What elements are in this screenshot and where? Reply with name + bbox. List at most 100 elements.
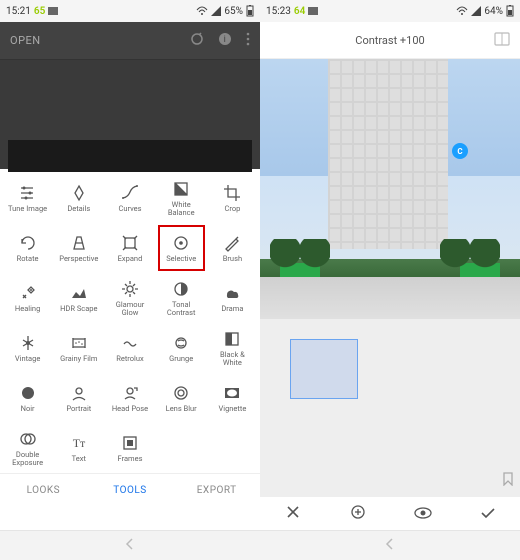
- tool-label: Text: [72, 455, 86, 463]
- tool-label: Lens Blur: [166, 405, 197, 413]
- tool-selective[interactable]: Selective: [156, 223, 207, 273]
- tool-drama[interactable]: Drama: [207, 273, 258, 323]
- tool-retrolux[interactable]: Retrolux: [104, 323, 155, 373]
- selective-control-point[interactable]: C: [452, 143, 468, 159]
- tool-head-pose[interactable]: Head Pose: [104, 373, 155, 423]
- contrast-slider-handle[interactable]: [290, 339, 358, 399]
- tool-hdr-scape[interactable]: HDR Scape: [53, 273, 104, 323]
- layers-icon[interactable]: [190, 32, 204, 49]
- nav-back-icon[interactable]: [383, 536, 397, 555]
- screens-container: 15:21 65 65% OPEN i Tune ImageDetai: [0, 0, 520, 560]
- tool-label: Healing: [15, 305, 40, 313]
- bookmark-icon[interactable]: [502, 471, 514, 490]
- signal-icon: [211, 6, 221, 16]
- tool-label: Crop: [224, 205, 240, 213]
- tool-brush[interactable]: Brush: [207, 223, 258, 273]
- tool-vignette[interactable]: Vignette: [207, 373, 258, 423]
- tool-noir[interactable]: Noir: [2, 373, 53, 423]
- tree-shape: [470, 239, 500, 279]
- tool-frames[interactable]: Frames: [104, 423, 155, 473]
- tool-portrait[interactable]: Portrait: [53, 373, 104, 423]
- open-button[interactable]: OPEN: [10, 34, 41, 47]
- tool-label: Drama: [221, 305, 243, 313]
- tool-label: Curves: [118, 205, 141, 213]
- selective-icon: [171, 233, 191, 253]
- status-battery: 64%: [484, 6, 503, 17]
- tool-label: Noir: [21, 405, 35, 413]
- right-screen: 15:23 64 64% Contrast +100: [260, 0, 520, 560]
- svg-text:i: i: [224, 35, 227, 45]
- tool-label: Grainy Film: [60, 355, 97, 363]
- tool-label: Portrait: [66, 405, 91, 413]
- status-step: 64: [294, 6, 305, 17]
- noir-icon: [18, 383, 38, 403]
- status-step: 65: [34, 6, 45, 17]
- double-exposure-icon: [18, 429, 38, 449]
- tab-tools[interactable]: TOOLS: [87, 474, 174, 507]
- tool-grunge[interactable]: Grunge: [156, 323, 207, 373]
- tool-label: Brush: [223, 255, 242, 263]
- status-time: 15:23: [266, 6, 291, 17]
- tool-details[interactable]: Details: [53, 173, 104, 223]
- edited-photo[interactable]: C: [260, 59, 520, 319]
- tool-tonal-contrast[interactable]: TonalContrast: [156, 273, 207, 323]
- building-shape: [328, 59, 448, 249]
- svg-text:Tт: Tт: [72, 436, 85, 450]
- tool-label: Grunge: [169, 355, 193, 363]
- topbar: OPEN i: [0, 22, 260, 59]
- tool-grainy-film[interactable]: Grainy Film: [53, 323, 104, 373]
- tool-text[interactable]: Tт Text: [53, 423, 104, 473]
- tool-lens-blur[interactable]: Lens Blur: [156, 373, 207, 423]
- info-icon[interactable]: i: [218, 32, 232, 49]
- wifi-icon: [196, 6, 208, 16]
- action-bar: [260, 496, 520, 530]
- tool-glamour-glow[interactable]: GlamourGlow: [104, 273, 155, 323]
- healing-icon: [18, 283, 38, 303]
- more-icon[interactable]: [246, 32, 250, 49]
- editor-canvas-dim: [0, 59, 260, 169]
- tool-tune-image[interactable]: Tune Image: [2, 173, 53, 223]
- tree-shape: [300, 239, 330, 279]
- contrast-value: Contrast +100: [355, 34, 424, 47]
- tool-label: Selective: [166, 255, 196, 263]
- hdr-scape-icon: [69, 283, 89, 303]
- android-navbar: [260, 530, 520, 560]
- status-bar: 15:23 64 64%: [260, 0, 520, 22]
- preview-button[interactable]: [412, 504, 434, 523]
- styles-icon[interactable]: [494, 32, 510, 49]
- tool-healing[interactable]: Healing: [2, 273, 53, 323]
- point-label: C: [457, 147, 462, 156]
- tool-label: Expand: [118, 255, 143, 263]
- add-point-button[interactable]: [347, 504, 369, 524]
- nav-back-icon[interactable]: [123, 536, 137, 555]
- cancel-button[interactable]: [282, 504, 304, 523]
- apply-button[interactable]: [477, 504, 499, 523]
- grainy-film-icon: [69, 333, 89, 353]
- tonal-contrast-icon: [171, 279, 191, 299]
- tool-black-white[interactable]: Black &White: [207, 323, 258, 373]
- tool-label: TonalContrast: [167, 301, 196, 317]
- text-icon: Tт: [69, 433, 89, 453]
- head-pose-icon: [120, 383, 140, 403]
- tree-shape: [440, 239, 470, 279]
- tune-image-icon: [18, 183, 38, 203]
- tool-curves[interactable]: Curves: [104, 173, 155, 223]
- lens-blur-icon: [171, 383, 191, 403]
- tool-vintage[interactable]: Vintage: [2, 323, 53, 373]
- details-icon: [69, 183, 89, 203]
- tab-looks[interactable]: LOOKS: [0, 474, 87, 507]
- photo-area: C: [260, 59, 520, 496]
- tool-white-balance[interactable]: WhiteBalance: [156, 173, 207, 223]
- wifi-icon: [456, 6, 468, 16]
- tool-label: WhiteBalance: [168, 201, 195, 217]
- tool-double-exposure[interactable]: DoubleExposure: [2, 423, 53, 473]
- tool-perspective[interactable]: Perspective: [53, 223, 104, 273]
- tool-rotate[interactable]: Rotate: [2, 223, 53, 273]
- tool-label: GlamourGlow: [116, 301, 145, 317]
- android-navbar: [0, 530, 260, 560]
- tab-export[interactable]: EXPORT: [173, 474, 260, 507]
- tool-crop[interactable]: Crop: [207, 173, 258, 223]
- tool-expand[interactable]: Expand: [104, 223, 155, 273]
- grunge-icon: [171, 333, 191, 353]
- rotate-icon: [18, 233, 38, 253]
